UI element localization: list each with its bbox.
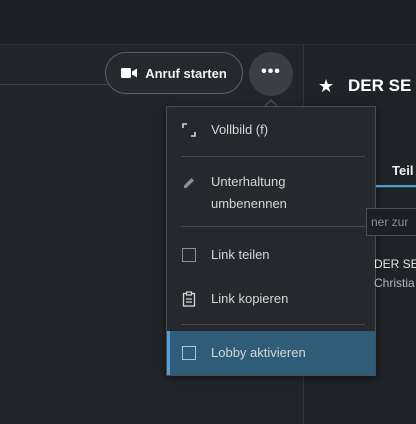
menu-separator [181,226,365,227]
tab-baseline [376,187,416,188]
tab-participants[interactable]: Teil [392,163,413,178]
start-call-label: Anruf starten [145,65,227,81]
lobby-checkbox[interactable] [181,345,197,361]
menu-separator [181,324,365,325]
fullscreen-icon [181,122,197,138]
start-call-button[interactable]: Anruf starten [105,52,243,94]
pencil-icon [181,175,197,191]
menu-item-label: Link teilen [211,247,270,262]
menu-item-label: Unterhaltung umbenennen [211,171,287,215]
top-bar [0,0,416,45]
checkbox-icon [182,346,196,360]
video-camera-icon [121,68,138,78]
menu-item-share-link[interactable]: Link teilen [167,244,375,268]
favorite-star-icon[interactable]: ★ [318,76,334,97]
menu-item-label: Link kopieren [211,291,289,306]
menu-item-rename[interactable]: Unterhaltung umbenennen [167,171,375,215]
divider [0,84,108,85]
menu-item-label-line1: Unterhaltung [211,174,286,189]
menu-item-label: Lobby aktivieren [211,345,306,360]
menu-item-fullscreen[interactable]: Vollbild (f) [167,119,375,143]
more-icon: ••• [261,63,281,80]
participant-name[interactable]: DER SE [374,257,416,271]
participant-search-input[interactable]: ner zur [366,208,416,236]
room-title: DER SE [348,76,412,95]
checkbox-icon [182,248,196,262]
menu-item-copy-link[interactable]: Link kopieren [167,288,375,312]
menu-separator [181,156,365,157]
menu-item-label: Vollbild (f) [211,122,269,137]
more-actions-button[interactable]: ••• [249,52,293,96]
share-link-checkbox[interactable] [181,247,197,263]
menu-item-label-line2: umbenennen [211,196,287,211]
actions-menu: Vollbild (f) Unterhaltung umbenennen Lin… [166,106,376,376]
clipboard-icon [181,291,197,307]
participant-subtitle: Christia [374,276,415,290]
menu-item-enable-lobby[interactable]: Lobby aktivieren [167,331,375,375]
